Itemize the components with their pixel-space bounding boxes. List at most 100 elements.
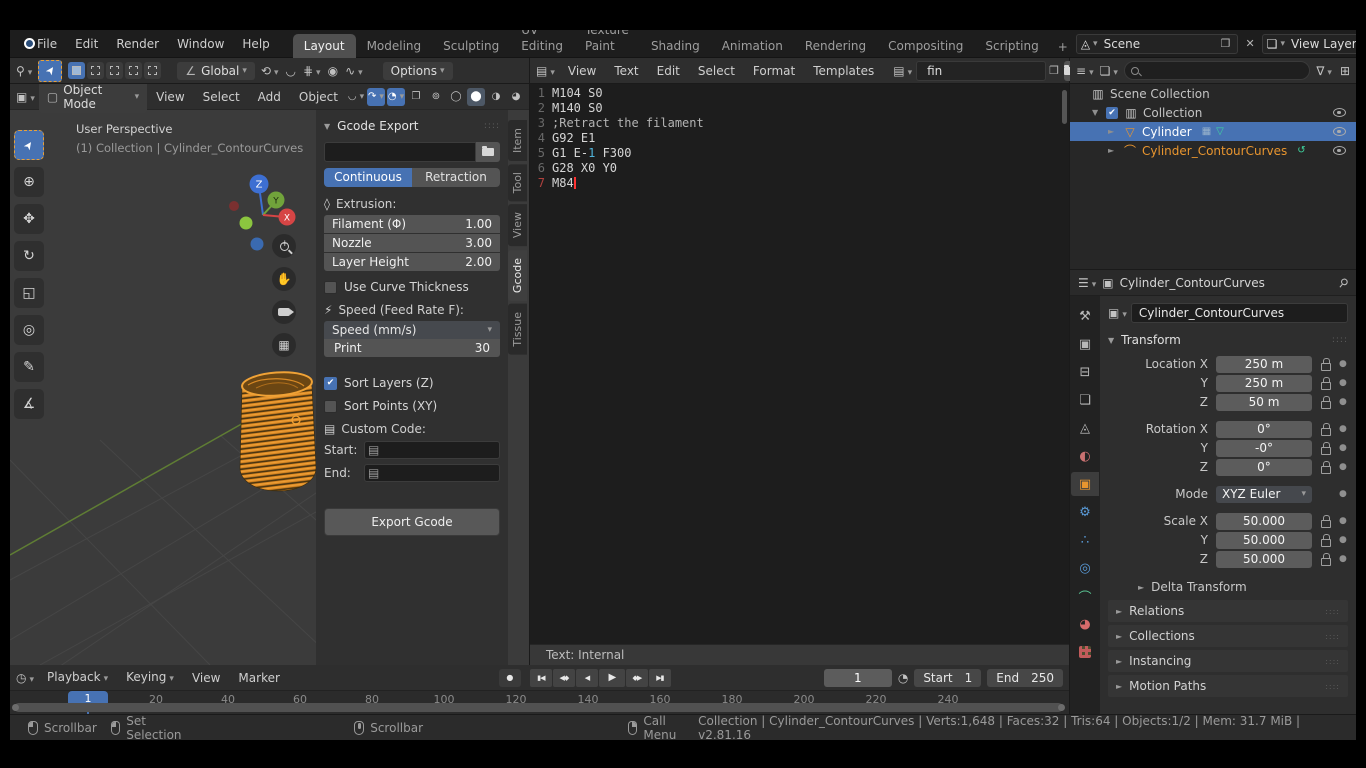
world-tab[interactable]: ◐: [1071, 444, 1099, 468]
render-tab[interactable]: ▣: [1071, 332, 1099, 356]
play-button[interactable]: ▶: [599, 669, 625, 687]
code-line-1[interactable]: 1M104 S0: [530, 86, 1061, 101]
print-speed-field[interactable]: Print 30: [324, 339, 500, 357]
end-code-input[interactable]: ▤: [364, 464, 500, 482]
measure-tool[interactable]: ∡: [14, 389, 44, 419]
stopwatch-icon[interactable]: ◔: [898, 671, 908, 685]
sidebar-tab-gcode[interactable]: Gcode: [508, 250, 527, 301]
texture-tab[interactable]: [1071, 640, 1099, 664]
export-gcode-button[interactable]: Export Gcode: [324, 508, 500, 536]
new-text-icon[interactable]: ❐: [1046, 64, 1062, 77]
select-box-tool[interactable]: ➤: [14, 130, 44, 160]
timeline-menu-keying[interactable]: Keying▾: [117, 664, 183, 692]
viewport-menu-add[interactable]: Add: [249, 84, 290, 110]
properties-section-instancing[interactable]: ►Instancing::::: [1108, 650, 1348, 672]
transform-value-z[interactable]: 50 m: [1216, 394, 1312, 411]
animate-dot-icon[interactable]: ●: [1339, 424, 1347, 434]
shading-material-icon[interactable]: ◑: [487, 88, 505, 106]
text-name-field[interactable]: fin: [916, 61, 1046, 81]
new-collection-icon[interactable]: ⊞: [1340, 64, 1350, 78]
snap-with-icon[interactable]: ⋕▾: [303, 64, 321, 78]
active-tool-selector[interactable]: ⚲▾: [16, 64, 32, 78]
transform-value-z[interactable]: 0°: [1216, 459, 1312, 476]
object-data-icon[interactable]: ▣▾: [1108, 306, 1127, 320]
text-editor[interactable]: 1M104 S02M140 S03;Retract the filament4G…: [530, 84, 1070, 665]
workspace-tab-rendering[interactable]: Rendering: [794, 34, 877, 58]
annotate-tool[interactable]: ✎: [14, 352, 44, 382]
outliner-row-collection[interactable]: ▼ ✔ ▥ Collection: [1070, 103, 1356, 122]
text-menu-select[interactable]: Select: [689, 58, 744, 84]
jump-end-button[interactable]: ▶▮: [649, 669, 671, 687]
animate-dot-icon[interactable]: ●: [1339, 554, 1347, 564]
properties-section-relations[interactable]: ►Relations::::: [1108, 600, 1348, 622]
gcode-tab-retraction[interactable]: Retraction: [412, 168, 500, 187]
workspace-tab-shading[interactable]: Shading: [640, 34, 711, 58]
object-tab[interactable]: ▣: [1071, 472, 1099, 496]
checkbox-sort-layers-z-[interactable]: ✔Sort Layers (Z): [324, 376, 500, 390]
viewport-menu-select[interactable]: Select: [194, 84, 249, 110]
transform-value-y[interactable]: -0°: [1216, 440, 1312, 457]
scene-name[interactable]: Scene: [1098, 37, 1218, 51]
delta-transform-section[interactable]: ►Delta Transform: [1138, 580, 1348, 594]
workspace-tab-compositing[interactable]: Compositing: [877, 34, 974, 58]
rotate-tool[interactable]: ↻: [14, 241, 44, 271]
pivot-point-icon[interactable]: ⟲▾: [261, 64, 279, 78]
object-data-tab[interactable]: ⌒: [1071, 584, 1099, 608]
show-overlays-icon[interactable]: ⊚: [427, 88, 445, 106]
text-menu-edit[interactable]: Edit: [648, 58, 689, 84]
shading-rendered-icon[interactable]: ◕: [507, 88, 525, 106]
frame-start-field[interactable]: Start1: [914, 669, 981, 687]
code-line-3[interactable]: 3;Retract the filament: [530, 116, 1061, 131]
viewport-menu-view[interactable]: View: [147, 84, 193, 110]
box-select-tool-button[interactable]: ➤: [38, 60, 62, 82]
workspace-tab-layout[interactable]: Layout: [293, 34, 356, 58]
text-name[interactable]: fin: [921, 64, 1041, 78]
proportional-editing-icon[interactable]: ↷▾: [367, 88, 385, 106]
transform-value-y[interactable]: 50.000: [1216, 532, 1312, 549]
timeline-scrollbar[interactable]: [14, 703, 1063, 712]
text-menu-templates[interactable]: Templates: [804, 58, 883, 84]
camera-view-button[interactable]: [272, 300, 296, 324]
modifiers-tab[interactable]: ⚙: [1071, 500, 1099, 524]
options-dropdown[interactable]: Options ▾: [383, 62, 453, 80]
record-button[interactable]: ●: [499, 669, 521, 687]
animate-dot-icon[interactable]: ●: [1339, 462, 1347, 472]
lock-icon[interactable]: [1320, 461, 1331, 473]
cursor-tool[interactable]: ⊕: [14, 167, 44, 197]
animate-dot-icon[interactable]: ●: [1339, 516, 1347, 526]
view-layer-selector[interactable]: ❏▾ View Layer ❐: [1262, 34, 1356, 54]
filter-funnel-icon[interactable]: ∇▾: [1316, 64, 1332, 78]
select-mode-invert-button[interactable]: [125, 62, 142, 79]
lock-icon[interactable]: [1320, 377, 1331, 389]
gcode-panel-title[interactable]: Gcode Export: [337, 119, 418, 133]
topbar-menu-window[interactable]: Window: [168, 31, 233, 57]
animate-dot-icon[interactable]: ●: [1339, 397, 1347, 407]
zoom-button[interactable]: [272, 234, 296, 258]
toggle-ortho-button[interactable]: ▦: [272, 333, 296, 357]
scene-selector[interactable]: ◬▾ Scene ❐: [1076, 34, 1239, 54]
properties-section-motion-paths[interactable]: ►Motion Paths::::: [1108, 675, 1348, 697]
collection-checkbox[interactable]: ✔: [1106, 107, 1118, 119]
outliner-search-input[interactable]: [1124, 61, 1310, 80]
scale-tool[interactable]: ◱: [14, 278, 44, 308]
outliner-row-scene-collection[interactable]: ▥ Scene Collection: [1070, 84, 1356, 103]
sidebar-tab-item[interactable]: Item: [508, 120, 527, 161]
curve-icon[interactable]: ↺: [1297, 145, 1305, 156]
viewport-3d[interactable]: ▣▾ ▢ Object Mode ▾ ViewSelectAddObject ◡…: [10, 84, 530, 665]
topbar-menu-help[interactable]: Help: [233, 31, 278, 57]
falloff-icon[interactable]: ∿▾: [345, 64, 363, 78]
animate-dot-icon[interactable]: ●: [1339, 443, 1347, 453]
field-nozzle[interactable]: Nozzle3.00: [324, 234, 500, 252]
proportional-editing-icon[interactable]: ◉: [328, 64, 338, 78]
tool-tab[interactable]: ⚒: [1071, 304, 1099, 328]
code-line-5[interactable]: 5G1 E-1 F300: [530, 146, 1061, 161]
timeline-menu-playback[interactable]: Playback▾: [38, 664, 117, 692]
text-datablock-icon[interactable]: ▤▾: [893, 64, 912, 78]
jump-start-button[interactable]: ▮◀: [530, 669, 552, 687]
shading-solid-icon[interactable]: ⬤: [467, 88, 485, 106]
lock-icon[interactable]: [1320, 396, 1331, 408]
lock-icon[interactable]: [1320, 515, 1331, 527]
code-line-6[interactable]: 6G28 X0 Y0: [530, 161, 1061, 176]
outliner-item-label[interactable]: Cylinder: [1142, 125, 1192, 139]
text-menu-view[interactable]: View: [559, 58, 605, 84]
